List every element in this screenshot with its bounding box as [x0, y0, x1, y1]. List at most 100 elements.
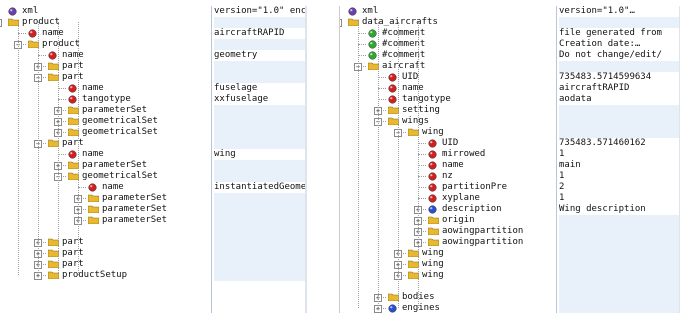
- value-cell[interactable]: main: [559, 160, 680, 171]
- left-values-panel[interactable]: version="1.0" encodiaircraftRAPIDgeometr…: [211, 6, 307, 313]
- tree-row[interactable]: + origin: [340, 215, 556, 226]
- value-cell[interactable]: Wing description: [559, 204, 680, 215]
- value-cell[interactable]: [214, 259, 307, 270]
- tree-row[interactable]: xyplane: [340, 193, 556, 204]
- value-cell[interactable]: [559, 292, 680, 303]
- value-cell[interactable]: 2: [559, 182, 680, 193]
- tree-row[interactable]: #comment: [340, 39, 556, 50]
- tree-row[interactable]: name: [0, 182, 210, 193]
- tree-node-label[interactable]: geometricalSet: [82, 116, 158, 127]
- tree-row[interactable]: −product: [0, 39, 210, 50]
- value-cell[interactable]: fuselage: [214, 83, 307, 94]
- tree-row[interactable]: mirrowed: [340, 149, 556, 160]
- tree-node-label[interactable]: wing: [422, 270, 444, 281]
- tree-node-label[interactable]: geometricalSet: [82, 127, 158, 138]
- tree-row[interactable]: + part: [0, 248, 210, 259]
- tree-row[interactable]: − data_aircrafts: [340, 17, 556, 28]
- value-cell[interactable]: [214, 204, 307, 215]
- tree-row[interactable]: + parameterSet: [0, 105, 210, 116]
- tree-node-label[interactable]: product: [22, 17, 60, 28]
- collapse-toggle[interactable]: −: [340, 19, 342, 27]
- tree-row[interactable]: name: [0, 149, 210, 160]
- tree-row[interactable]: #comment: [340, 28, 556, 39]
- value-cell[interactable]: geometry: [214, 50, 307, 61]
- tree-node-label[interactable]: xyplane: [442, 193, 480, 204]
- tree-row[interactable]: + productSetup: [0, 270, 210, 281]
- value-cell[interactable]: wing: [214, 149, 307, 160]
- tree-row[interactable]: nz: [340, 171, 556, 182]
- value-cell[interactable]: [214, 237, 307, 248]
- value-cell[interactable]: [559, 116, 680, 127]
- value-cell[interactable]: 1: [559, 171, 680, 182]
- tree-row[interactable]: + parameterSet: [0, 160, 210, 171]
- value-cell[interactable]: [214, 171, 307, 182]
- tree-node-label[interactable]: description: [442, 204, 502, 215]
- value-cell[interactable]: [214, 39, 307, 50]
- value-cell[interactable]: Creation date:…: [559, 39, 680, 50]
- tree-node-label[interactable]: UID: [402, 72, 418, 83]
- tree-node-label[interactable]: name: [402, 83, 424, 94]
- right-tree-panel[interactable]: xml−data_aircrafts#comment#comment#comme…: [339, 6, 556, 313]
- value-cell[interactable]: [559, 215, 680, 226]
- tree-row[interactable]: xml: [340, 6, 556, 17]
- tree-row[interactable]: + geometricalSet: [0, 116, 210, 127]
- tree-row[interactable]: UID: [340, 138, 556, 149]
- tree-row[interactable]: + engines: [340, 303, 556, 313]
- value-cell[interactable]: [559, 17, 680, 28]
- value-cell[interactable]: [214, 127, 307, 138]
- tree-row[interactable]: #comment: [340, 50, 556, 61]
- value-cell[interactable]: [559, 237, 680, 248]
- tree-node-label[interactable]: partitionPre: [442, 182, 507, 193]
- value-cell[interactable]: instantiatedGeometry: [214, 182, 307, 193]
- tree-row[interactable]: tangotype: [340, 94, 556, 105]
- tree-node-label[interactable]: engines: [402, 303, 440, 313]
- tree-row[interactable]: − part: [0, 138, 210, 149]
- value-cell[interactable]: [559, 248, 680, 259]
- tree-node-label[interactable]: origin: [442, 215, 475, 226]
- left-tree-panel[interactable]: xml−productname−productname+part−partnam…: [0, 6, 210, 313]
- tree-node-label[interactable]: part: [62, 237, 84, 248]
- tree-node-label[interactable]: wing: [422, 259, 444, 270]
- value-cell[interactable]: 1: [559, 193, 680, 204]
- tree-row[interactable]: + parameterSet: [0, 204, 210, 215]
- value-cell[interactable]: aircraftRAPID: [214, 28, 307, 39]
- tree-node-label[interactable]: part: [62, 248, 84, 259]
- tree-row[interactable]: name: [0, 28, 210, 39]
- tree-node-label[interactable]: tangotype: [82, 94, 131, 105]
- tree-row[interactable]: − aircraft: [340, 61, 556, 72]
- tree-node-label[interactable]: name: [42, 28, 64, 39]
- tree-row[interactable]: + geometricalSet: [0, 127, 210, 138]
- scrollbar[interactable]: [305, 6, 307, 313]
- value-cell[interactable]: [559, 105, 680, 116]
- tree-row[interactable]: tangotype: [0, 94, 210, 105]
- tree-node-label[interactable]: name: [102, 182, 124, 193]
- value-cell[interactable]: aodata: [559, 94, 680, 105]
- value-cell[interactable]: 735483.571460162: [559, 138, 680, 149]
- tree-row[interactable]: − part: [0, 72, 210, 83]
- value-cell[interactable]: [559, 226, 680, 237]
- value-cell[interactable]: [214, 248, 307, 259]
- value-cell[interactable]: [214, 215, 307, 226]
- value-cell[interactable]: file generated from: [559, 28, 680, 39]
- tree-node-label[interactable]: xml: [362, 6, 378, 17]
- tree-node-label[interactable]: name: [442, 160, 464, 171]
- value-cell[interactable]: [214, 270, 307, 281]
- tree-row[interactable]: name: [0, 50, 210, 61]
- tree-row[interactable]: + part: [0, 259, 210, 270]
- value-cell[interactable]: [559, 270, 680, 281]
- tree-row[interactable]: + bodies: [340, 292, 556, 303]
- tree-node-label[interactable]: name: [82, 149, 104, 160]
- value-cell[interactable]: 1: [559, 149, 680, 160]
- tree-row[interactable]: + part: [0, 61, 210, 72]
- tree-row[interactable]: name: [340, 83, 556, 94]
- tree-node-label[interactable]: parameterSet: [102, 193, 167, 204]
- tree-node-label[interactable]: name: [82, 83, 104, 94]
- tree-row[interactable]: + setting: [340, 105, 556, 116]
- value-cell[interactable]: xxfuselage: [214, 94, 307, 105]
- tree-node-label[interactable]: mirrowed: [442, 149, 485, 160]
- tree-row[interactable]: xml: [0, 6, 210, 17]
- tree-node-label[interactable]: name: [62, 50, 84, 61]
- tree-node-label[interactable]: setting: [402, 105, 440, 116]
- value-cell[interactable]: [559, 259, 680, 270]
- tree-node-label[interactable]: geometricalSet: [82, 171, 158, 182]
